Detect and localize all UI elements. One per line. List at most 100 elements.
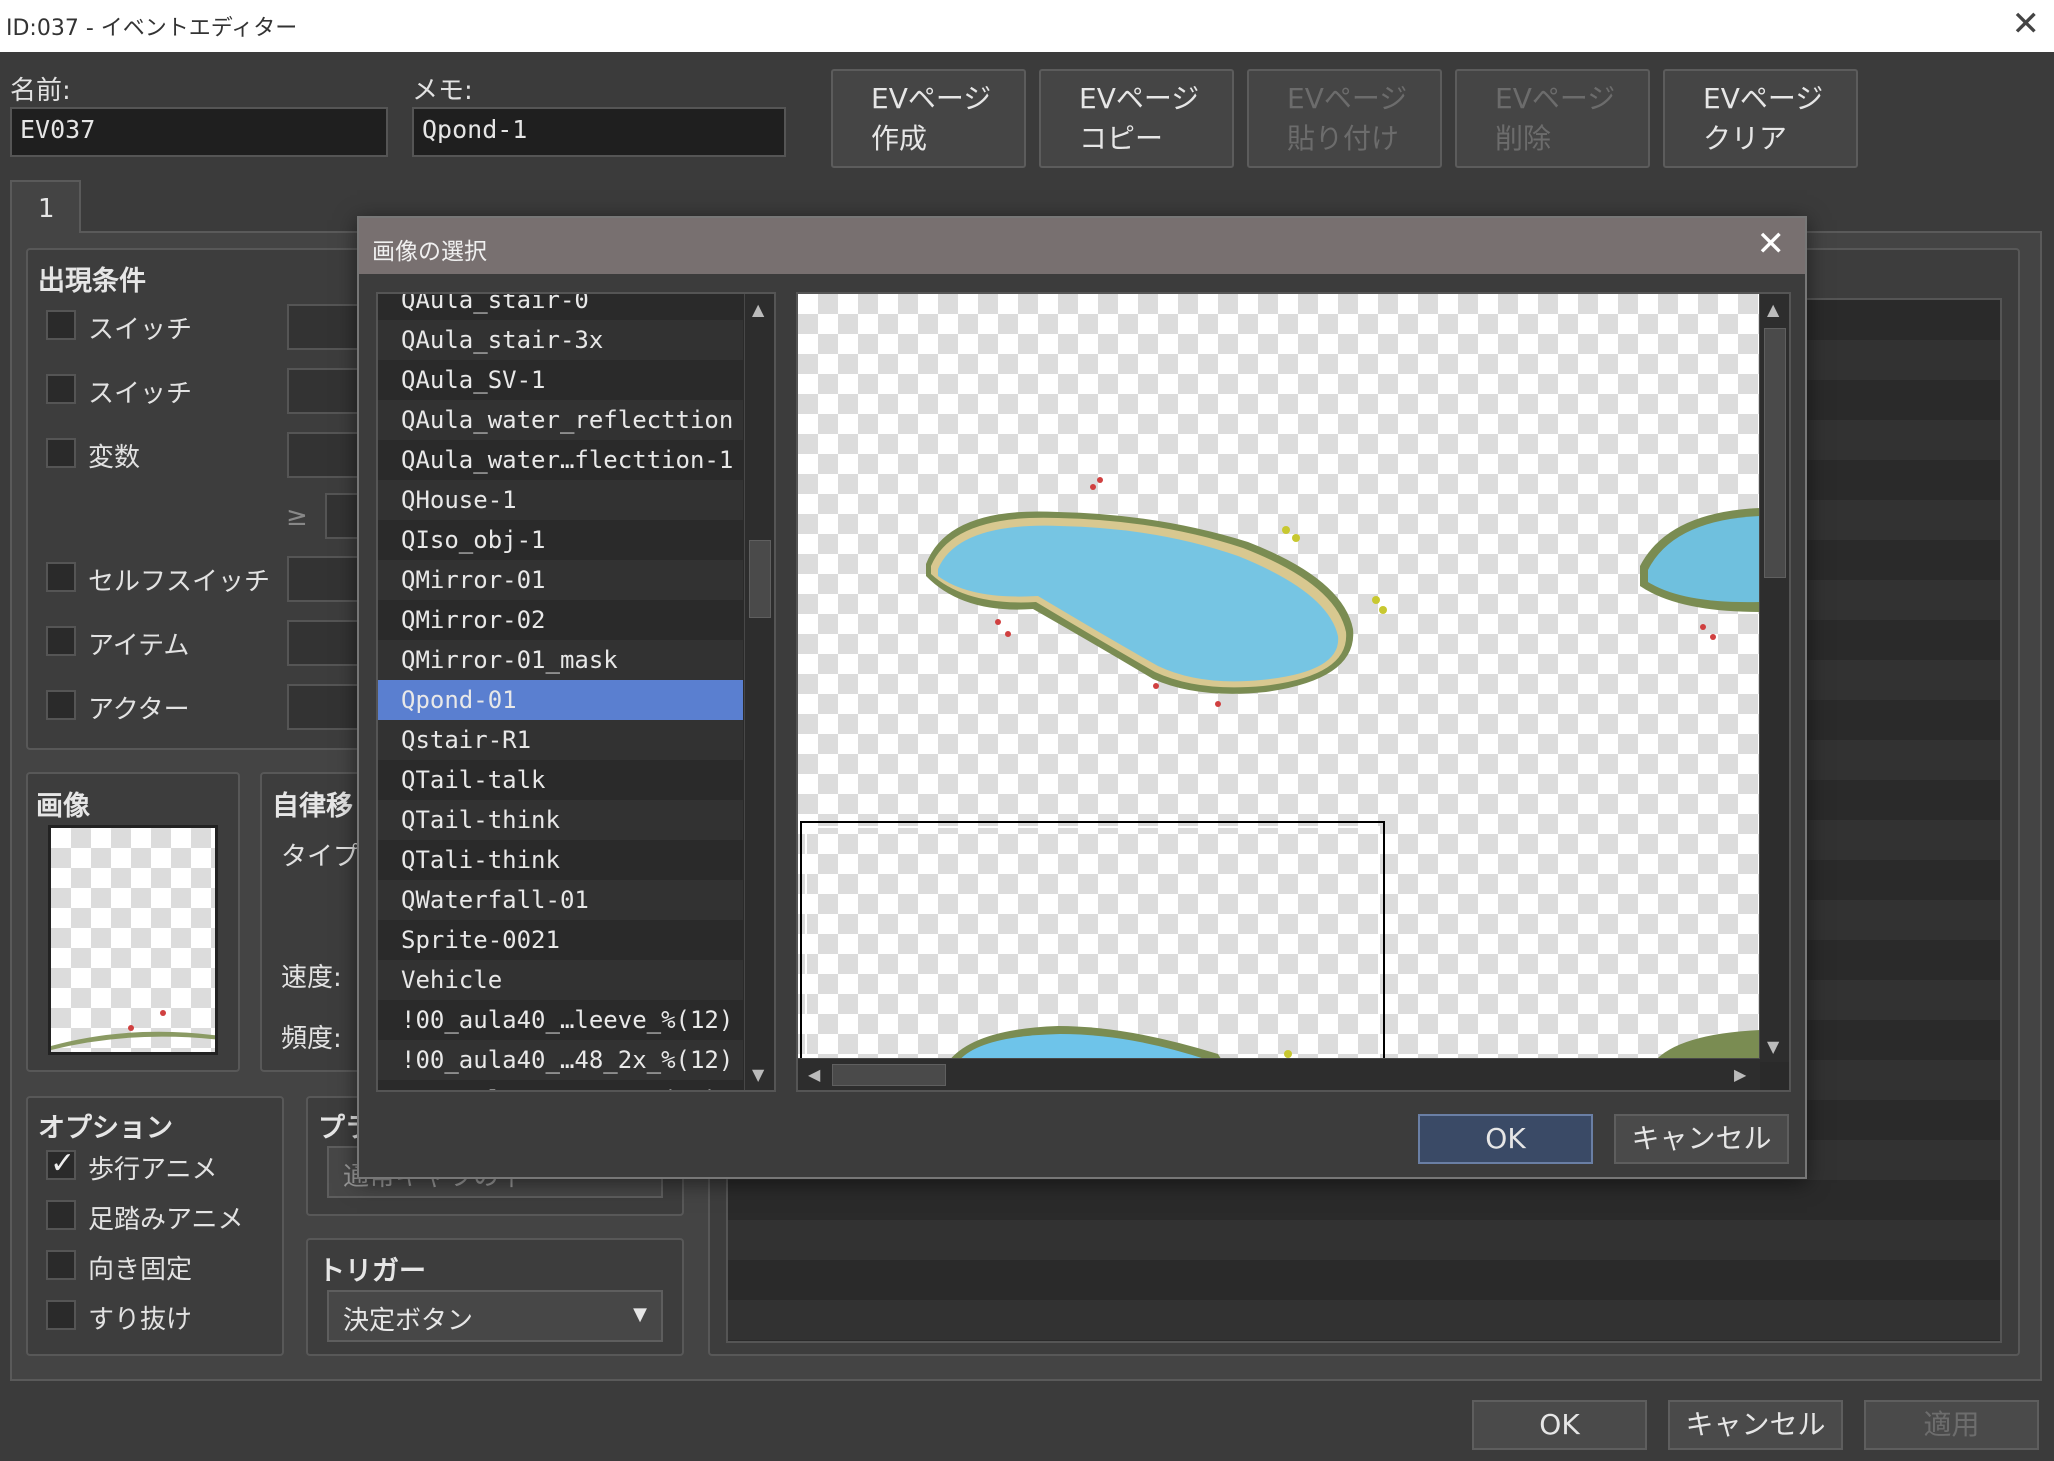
button-line2: 作成 [871, 122, 928, 155]
dialog-title: 画像の選択 [372, 239, 487, 265]
close-icon[interactable]: ✕ [2012, 4, 2041, 44]
image-select-dialog: 画像の選択 ✕ QAula_stair-0 QAula_stair-3x QAula… [357, 216, 1807, 1179]
walking-anim-label: 歩行アニメ [88, 1155, 218, 1185]
window-title: ID:037 - イベントエディター [6, 16, 298, 41]
file-list-item[interactable]: QMirror-01_mask [378, 640, 743, 680]
scroll-thumb[interactable] [1764, 328, 1786, 578]
walking-anim-checkbox[interactable] [46, 1146, 76, 1181]
scroll-right-icon[interactable]: ▶ [1734, 1065, 1746, 1084]
scroll-down-icon[interactable]: ▼ [1767, 1037, 1779, 1056]
file-list-item[interactable]: QAula_stair-3x [378, 320, 743, 360]
autonomous-title: 自律移 [272, 791, 353, 822]
file-list-item[interactable]: QAula_stair-0 [378, 294, 743, 320]
self-switch-label: セルフスイッチ [88, 567, 271, 597]
file-list-item[interactable]: !00_aula_w…eve2x_%(12) [378, 1080, 743, 1090]
conditions-title: 出現条件 [38, 266, 146, 297]
ev-page-clear-button[interactable]: EVページ クリア [1663, 69, 1858, 168]
name-label: 名前: [10, 76, 71, 106]
file-list-item[interactable]: QTail-think [378, 800, 743, 840]
switch1-label: スイッチ [88, 315, 193, 345]
variable-checkbox[interactable] [46, 438, 76, 468]
dialog-cancel-button[interactable]: キャンセル [1614, 1114, 1789, 1164]
switch2-checkbox[interactable] [46, 374, 76, 404]
preview-vscrollbar[interactable]: ▲ ▼ [1759, 294, 1789, 1062]
event-image-thumbnail[interactable] [48, 825, 218, 1055]
pond-sprite-graphic [800, 477, 1760, 1062]
button-line2: 削除 [1495, 122, 1552, 155]
ev-page-paste-button[interactable]: EVページ 貼り付け [1247, 69, 1442, 168]
file-list-item[interactable]: !00_aula40_…48_2x_%(12) [378, 1040, 743, 1080]
button-line1: EVページ [871, 82, 992, 115]
gte-symbol: ≥ [286, 502, 308, 532]
scroll-up-icon[interactable]: ▲ [752, 300, 764, 319]
file-list-item[interactable]: QTail-talk [378, 760, 743, 800]
stepping-anim-checkbox[interactable] [46, 1200, 76, 1230]
apply-button[interactable]: 適用 [1864, 1400, 2039, 1450]
file-list-item[interactable]: QAula_SV-1 [378, 360, 743, 400]
dialog-close-icon[interactable]: ✕ [1757, 224, 1786, 264]
file-list-item[interactable]: QAula_water_reflecttion [378, 400, 743, 440]
button-line1: EVページ [1287, 82, 1408, 115]
autonomous-type-label: タイプ [281, 842, 360, 872]
preview-hscrollbar[interactable]: ◀ ▶ [798, 1058, 1760, 1090]
scroll-thumb[interactable] [832, 1064, 946, 1086]
file-list-item[interactable]: QHouse-1 [378, 480, 743, 520]
button-line1: EVページ [1079, 82, 1200, 115]
options-title: オプション [38, 1113, 173, 1144]
speed-label: 速度: [281, 963, 342, 993]
file-list-item[interactable]: !00_aula40_…leeve_%(12) [378, 1000, 743, 1040]
image-preview[interactable]: ▲ ▼ ◀ ▶ [796, 292, 1791, 1092]
self-switch-checkbox[interactable] [46, 562, 76, 592]
file-list-item[interactable]: QMirror-02 [378, 600, 743, 640]
ev-page-copy-button[interactable]: EVページ コピー [1039, 69, 1234, 168]
switch1-checkbox[interactable] [46, 310, 76, 340]
trigger-title: トリガー [318, 1256, 426, 1287]
image-title: 画像 [36, 791, 90, 822]
dialog-ok-button[interactable]: OK [1418, 1114, 1593, 1164]
item-label: アイテム [88, 631, 190, 661]
trigger-value: 決定ボタン [343, 1306, 474, 1336]
file-list-item[interactable]: QTali-think [378, 840, 743, 880]
scroll-down-icon[interactable]: ▼ [752, 1065, 764, 1084]
tab-page-1[interactable]: 1 [10, 180, 81, 233]
chevron-down-icon: ▼ [633, 1304, 647, 1325]
actor-checkbox[interactable] [46, 690, 76, 720]
image-file-list[interactable]: QAula_stair-0 QAula_stair-3x QAula_SV-1 QAu… [376, 292, 776, 1092]
file-list-scrollbar[interactable]: ▲ ▼ [744, 294, 774, 1090]
button-line2: 貼り付け [1287, 122, 1400, 155]
scroll-up-icon[interactable]: ▲ [1767, 300, 1779, 319]
ev-page-delete-button[interactable]: EVページ 削除 [1455, 69, 1650, 168]
file-list-item[interactable]: QMirror-01 [378, 560, 743, 600]
item-checkbox[interactable] [46, 626, 76, 656]
button-line1: EVページ [1495, 82, 1616, 115]
trigger-select[interactable]: 決定ボタン ▼ [327, 1290, 663, 1342]
through-label: すり抜け [88, 1305, 193, 1335]
cancel-button[interactable]: キャンセル [1668, 1400, 1843, 1450]
direction-fix-checkbox[interactable] [46, 1250, 76, 1280]
file-list-item[interactable]: Qstair-R1 [378, 720, 743, 760]
scroll-thumb[interactable] [749, 540, 771, 618]
file-list-item[interactable]: QAula_water…flecttion-1 [378, 440, 743, 480]
stepping-anim-label: 足踏みアニメ [88, 1205, 244, 1235]
file-list-item[interactable]: Qpond-01 [378, 680, 743, 720]
name-field[interactable]: EV037 [10, 107, 388, 157]
file-list-item[interactable]: Sprite-0021 [378, 920, 743, 960]
scroll-left-icon[interactable]: ◀ [808, 1065, 820, 1084]
frequency-label: 頻度: [281, 1024, 342, 1054]
button-line2: コピー [1079, 122, 1164, 155]
ev-page-create-button[interactable]: EVページ 作成 [831, 69, 1026, 168]
file-list-item[interactable]: Vehicle [378, 960, 743, 1000]
button-line1: EVページ [1703, 82, 1824, 115]
button-line2: クリア [1703, 122, 1788, 155]
switch2-label: スイッチ [88, 379, 193, 409]
ok-button[interactable]: OK [1472, 1400, 1647, 1450]
file-list-item[interactable]: QIso_obj-1 [378, 520, 743, 560]
window-titlebar: ID:037 - イベントエディター ✕ [0, 0, 2054, 52]
direction-fix-label: 向き固定 [88, 1255, 193, 1285]
variable-label: 変数 [88, 443, 141, 473]
through-checkbox[interactable] [46, 1300, 76, 1330]
pond-edge-graphic [51, 1010, 215, 1050]
memo-field[interactable]: Qpond-1 [412, 107, 786, 157]
file-list-item[interactable]: QWaterfall-01 [378, 880, 743, 920]
dialog-header: 画像の選択 ✕ [359, 218, 1805, 274]
